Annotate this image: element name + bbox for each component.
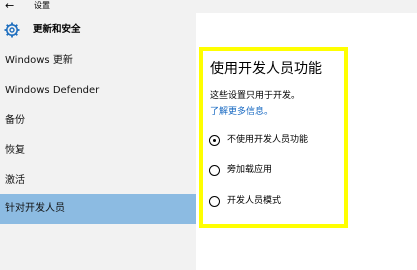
radio-button[interactable] (209, 196, 220, 207)
radio-label: 开发人员模式 (227, 196, 282, 206)
radio-button[interactable] (209, 135, 220, 146)
sidebar-item-activation[interactable]: 激活 (0, 166, 196, 196)
title-bar: ← 设置 (0, 0, 417, 13)
sidebar-item-windows-defender[interactable]: Windows Defender (0, 76, 196, 106)
gear-icon (4, 22, 20, 38)
learn-more-link[interactable]: 了解更多信息。 (210, 106, 273, 118)
radio-label: 不使用开发人员功能 (227, 135, 309, 145)
window-title: 设置 (34, 1, 50, 10)
section-title: 更新和安全 (33, 24, 81, 35)
back-arrow-icon[interactable]: ← (5, 0, 14, 12)
description-text: 这些设置只用于开发。 (210, 91, 301, 101)
sidebar: 更新和安全 Windows 更新 Windows Defender 备份 恢复 … (0, 13, 196, 270)
sidebar-item-recovery[interactable]: 恢复 (0, 136, 196, 166)
main-content: 使用开发人员功能 这些设置只用于开发。 了解更多信息。 不使用开发人员功能 旁加… (196, 13, 417, 270)
sidebar-item-windows-update[interactable]: Windows 更新 (0, 46, 196, 76)
radio-label: 旁加载应用 (227, 165, 273, 175)
sidebar-item-backup[interactable]: 备份 (0, 106, 196, 136)
sidebar-item-for-developers[interactable]: 针对开发人员 (0, 194, 196, 224)
sidebar-header: 更新和安全 (0, 13, 196, 45)
radio-button[interactable] (209, 165, 220, 176)
page-title: 使用开发人员功能 (210, 61, 322, 77)
